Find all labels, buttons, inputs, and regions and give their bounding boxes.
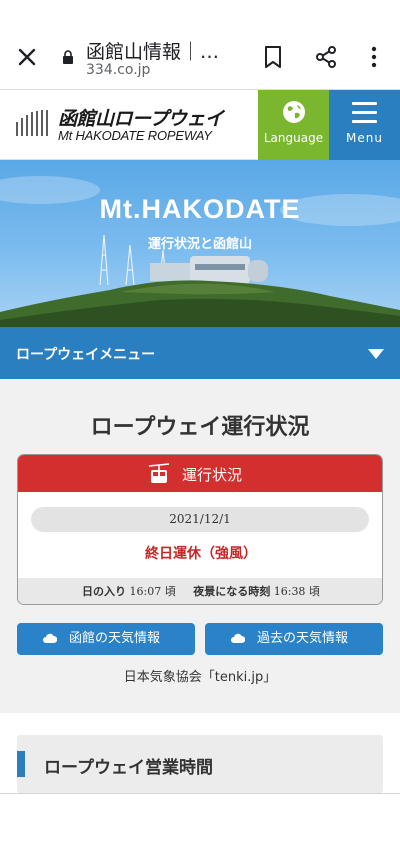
night-view-value: 16:38 頃 (273, 585, 320, 598)
share-icon[interactable] (314, 45, 338, 69)
gondola-icon (148, 463, 170, 483)
hero-banner: Mt.HAKODATE 運行状況と函館山 (0, 160, 400, 327)
menu-button[interactable]: Menu (329, 90, 400, 160)
sunset-info-row: 日の入り 16:07 頃 夜景になる時刻 16:38 頃 (18, 578, 382, 604)
status-card: 運行状況 2021/12/1 終日運休（強風） 日の入り 16:07 頃 夜景に… (17, 454, 383, 605)
language-button[interactable]: Language (258, 90, 329, 160)
night-view-label: 夜景になる時刻 (193, 585, 271, 598)
hours-section: ロープウェイ営業時間 (0, 713, 400, 793)
close-icon[interactable] (14, 44, 40, 70)
hakodate-weather-label: 函館の天気情報 (69, 631, 161, 646)
sunset-label: 日の入り (82, 585, 127, 598)
more-icon[interactable] (364, 45, 384, 69)
past-weather-label: 過去の天気情報 (257, 631, 349, 646)
ropeway-menu-label: ロープウェイメニュー (16, 347, 156, 363)
cloud-icon (231, 633, 245, 643)
site-logo[interactable]: 函館山ロープウェイ Mt HAKODATE ROPEWAY (14, 104, 244, 146)
status-section: ロープウェイ運行状況 運行状況 2021/12/1 終日運休（強風） 日の入り … (0, 379, 400, 713)
operation-status: 終日運休（強風） (145, 546, 257, 562)
page-title[interactable]: 函館山情報｜… (86, 37, 219, 64)
past-weather-button[interactable]: 過去の天気情報 (205, 623, 383, 655)
menu-label: Menu (346, 131, 383, 145)
browser-toolbar: 函館山情報｜… 334.co.jp (0, 0, 400, 90)
sunset-value: 16:07 頃 (129, 585, 176, 598)
hours-heading-card: ロープウェイ営業時間 (17, 735, 383, 793)
hero-title: Mt.HAKODATE (99, 194, 301, 224)
logo-text-jp: 函館山ロープウェイ (58, 109, 224, 130)
cloud-icon (43, 633, 57, 643)
heading-accent-bar (17, 751, 25, 777)
status-section-title: ロープウェイ運行状況 (90, 415, 310, 440)
lock-icon (63, 50, 73, 64)
page-url[interactable]: 334.co.jp (86, 62, 150, 78)
chevron-down-icon (368, 349, 384, 359)
status-date: 2021/12/1 (31, 507, 369, 532)
hero-subtitle: 運行状況と函館山 (147, 237, 252, 252)
hakodate-weather-button[interactable]: 函館の天気情報 (17, 623, 195, 655)
logo-mark-icon (16, 110, 48, 136)
globe-icon (283, 101, 305, 123)
ropeway-menu-toggle[interactable]: ロープウェイメニュー (0, 327, 400, 379)
site-header: 函館山ロープウェイ Mt HAKODATE ROPEWAY Language M… (0, 90, 400, 160)
weather-credit: 日本気象協会「tenki.jp」 (123, 670, 277, 685)
hours-title: ロープウェイ営業時間 (44, 758, 213, 778)
page-bottom (0, 793, 400, 844)
status-card-title: 運行状況 (182, 466, 243, 484)
language-label: Language (263, 131, 324, 145)
bookmark-icon[interactable] (262, 45, 284, 69)
status-card-header: 運行状況 (18, 455, 382, 492)
hamburger-icon (352, 102, 377, 124)
logo-text-en: Mt HAKODATE ROPEWAY (58, 128, 212, 143)
